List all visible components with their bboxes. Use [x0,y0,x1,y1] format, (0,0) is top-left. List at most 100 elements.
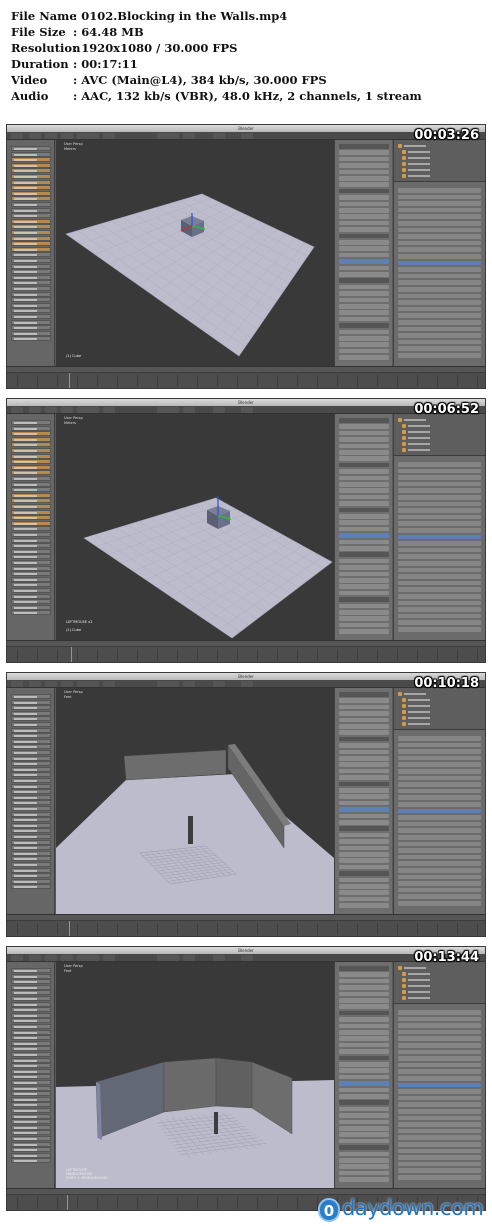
tool-button [11,789,51,795]
timeline-tick [257,649,258,661]
property-field [398,854,481,860]
timeline-tick [37,1197,38,1209]
tool-button-label [14,1087,37,1090]
outliner-row [398,692,448,696]
property-field [398,600,481,606]
outliner-row [402,168,452,172]
tool-button [11,828,51,834]
tool-button [11,1018,51,1024]
outliner-properties [393,962,485,1188]
watermark-logo-icon: 0 [318,1198,340,1222]
tool-button [11,1024,51,1029]
tool-button-label [14,198,37,201]
property-field [339,584,389,589]
outliner-row [402,972,452,976]
tool-button [11,442,51,448]
tool-button-label [14,1143,37,1146]
tool-button [11,1029,51,1035]
property-field [398,775,481,781]
tool-button [11,878,51,884]
property-field [339,781,389,787]
tool-button [11,258,51,263]
tool-button-label [14,539,37,542]
menu-item [213,681,225,687]
property-field [339,603,389,609]
property-field [398,1161,481,1167]
timeline-tick [37,375,38,387]
timeline-tick [77,649,78,661]
timeline [7,366,485,388]
property-field [398,541,481,546]
tool-button-label [14,1082,37,1084]
property-field [339,507,389,513]
properties-panel [334,140,392,366]
tool-button-label [14,332,37,335]
file-name-value: : 0102.Blocking in the Walls.mp4 [73,9,288,23]
property-field [398,874,481,880]
timeline [7,914,485,936]
property-field [398,736,481,741]
timeline-tick [217,649,218,661]
property-field [398,769,481,774]
tool-button-label [14,740,37,743]
property-field [339,985,389,990]
tool-button-label [14,433,37,436]
timeline-tick [157,375,158,387]
property-field [398,339,481,345]
tool-button-label [14,170,37,173]
tool-button-label [14,1014,37,1017]
property-field [339,629,389,634]
outliner-row [402,448,452,452]
timeline-tick [17,375,18,387]
timeline-tick [277,923,278,935]
timeline-tick [17,649,18,661]
tool-button [11,174,51,179]
tool-button [11,263,51,269]
timeline-playhead[interactable] [69,373,70,388]
tool-button-label [14,483,37,486]
property-field [339,622,389,628]
tool-button-label [14,858,37,861]
tool-button [11,314,51,319]
menu-item [103,407,115,413]
timeline-tick [297,1197,298,1209]
property-field [339,246,389,251]
tool-button [11,207,51,213]
timeline-playhead[interactable] [67,1195,68,1210]
property-field [339,526,389,532]
tool-button [11,504,51,509]
outliner-row [402,698,452,702]
property-field [398,353,481,358]
outliner-row [402,990,452,994]
tool-button-label [14,522,37,525]
property-field [398,1175,481,1180]
outliner [394,414,485,456]
property-field [339,456,389,461]
property-field [339,533,389,538]
outliner-row [402,150,452,154]
property-field [339,1036,389,1041]
timeline-header [7,1189,485,1195]
property-field [398,267,481,272]
tool-button-label [14,880,37,883]
timeline-tick [277,649,278,661]
timeline-playhead[interactable] [71,647,72,662]
property-field [339,316,389,322]
property-field [339,240,389,245]
property-field [339,1158,389,1163]
menu-item [77,133,99,139]
property-field [339,475,389,481]
tool-button [11,526,51,532]
object-icon [402,716,406,720]
timeline-tick [157,1197,158,1209]
property-field [339,1062,389,1067]
property-field [339,820,389,825]
object-name [408,705,430,707]
object-icon [402,978,406,982]
tool-button-label [14,819,37,822]
property-field [339,1132,389,1137]
property-field [398,567,481,573]
property-field [398,1056,481,1061]
timeline-playhead[interactable] [69,921,70,936]
tool-button-label [14,1115,37,1118]
